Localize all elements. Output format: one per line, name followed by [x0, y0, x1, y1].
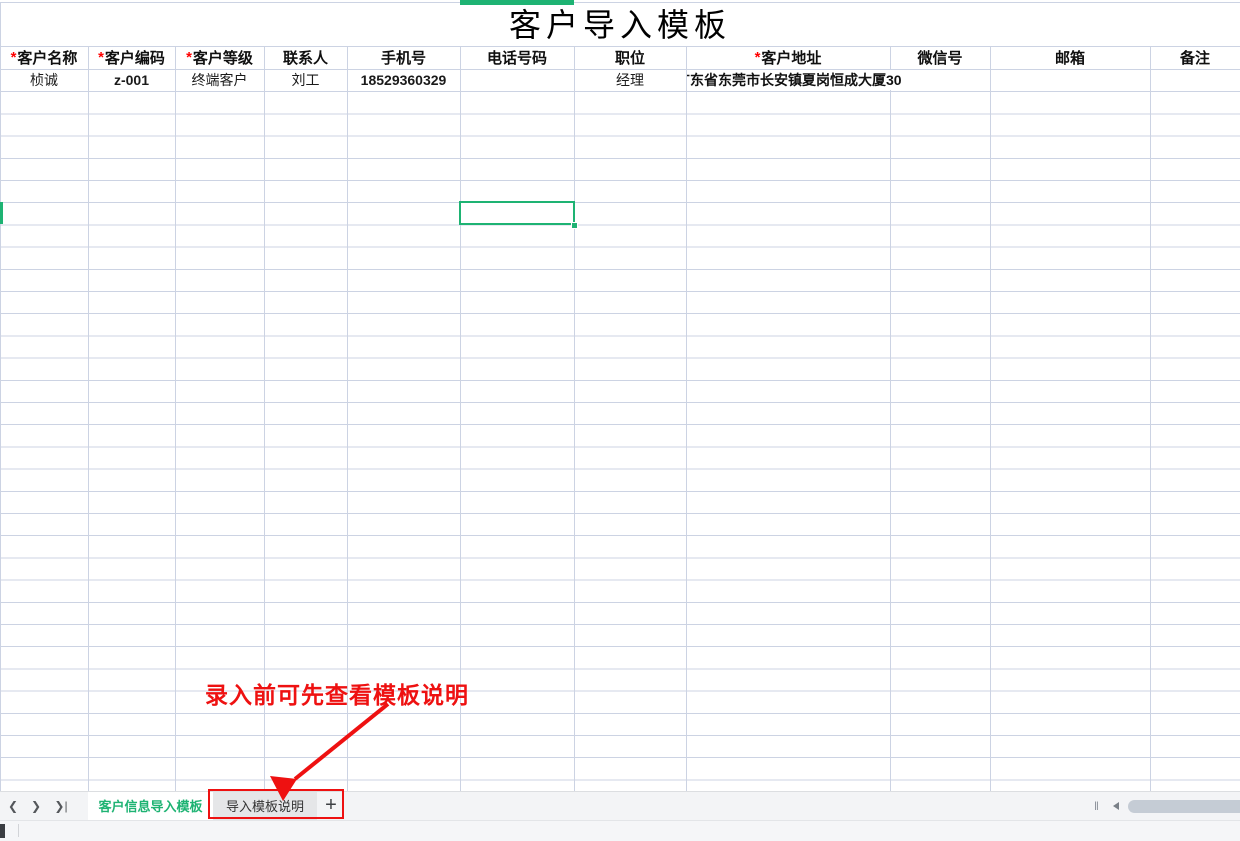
tab-customer-import-template[interactable]: 客户信息导入模板: [88, 792, 213, 821]
cell-customer-code[interactable]: z-001: [88, 69, 175, 91]
cell-customer-level[interactable]: 终端客户: [175, 69, 264, 91]
sheet-tab-bar: ❮ ❯ ❯| 客户信息导入模板 导入模板说明 + ‖: [0, 791, 1240, 820]
cell-wechat[interactable]: [890, 69, 990, 91]
header-address[interactable]: *客户地址: [686, 46, 890, 69]
header-phone[interactable]: 电话号码: [460, 46, 574, 69]
header-customer-level[interactable]: *客户等级: [175, 46, 264, 69]
cell-remark[interactable]: [1150, 69, 1240, 91]
gridline-vertical: [0, 2, 1, 791]
selected-row-indicator: [0, 202, 3, 224]
required-mark: *: [98, 49, 104, 66]
sheet-grid[interactable]: 客户导入模板 *客户名称 *客户编码 *客户等级 联系人 手机号 电话号码 职位…: [0, 0, 1240, 791]
gridline-vertical: [88, 46, 89, 791]
spreadsheet-app: 客户导入模板 *客户名称 *客户编码 *客户等级 联系人 手机号 电话号码 职位…: [0, 0, 1240, 841]
header-customer-name[interactable]: *客户名称: [0, 46, 88, 69]
gridline-vertical: [1150, 46, 1151, 791]
gridline-vertical: [990, 46, 991, 791]
header-remark[interactable]: 备注: [1150, 46, 1240, 69]
sheet-prev-icon[interactable]: ❮: [2, 792, 24, 821]
selected-column-indicator: [460, 0, 574, 5]
sheet-title-cell: 客户导入模板: [0, 3, 1240, 46]
status-bar: [0, 820, 1240, 841]
annotation-text: 录入前可先查看模板说明: [205, 676, 469, 710]
sheet-last-icon[interactable]: ❯|: [50, 792, 72, 821]
gridlines-rows: [0, 69, 1240, 791]
gridline-vertical: [890, 46, 891, 791]
header-customer-code[interactable]: *客户编码: [88, 46, 175, 69]
header-mobile[interactable]: 手机号: [347, 46, 460, 69]
header-position[interactable]: 职位: [574, 46, 686, 69]
cell-phone[interactable]: [460, 69, 574, 91]
cell-customer-name[interactable]: 桢诚: [0, 69, 88, 91]
annotation-highlight-box: [208, 789, 344, 819]
clipped-status-icon: [0, 824, 5, 838]
data-row: 桢诚 z-001 终端客户 刘工 18529360329 经理: [0, 69, 1240, 91]
gridline-vertical: [574, 46, 575, 791]
required-mark: *: [755, 49, 761, 66]
tab-scroll-splitter-icon[interactable]: ‖: [1094, 800, 1099, 813]
selected-cell-outline: [459, 201, 575, 226]
scrollbar-left-arrow-icon[interactable]: [1113, 802, 1119, 810]
gridline-vertical: [686, 46, 687, 791]
horizontal-scrollbar-thumb[interactable]: [1128, 800, 1240, 813]
header-row: *客户名称 *客户编码 *客户等级 联系人 手机号 电话号码 职位 *客户地址 …: [0, 46, 1240, 69]
required-mark: *: [186, 49, 192, 66]
cell-email[interactable]: [990, 69, 1150, 91]
header-email[interactable]: 邮箱: [990, 46, 1150, 69]
cell-mobile[interactable]: 18529360329: [347, 69, 460, 91]
gridline-vertical: [175, 46, 176, 791]
fill-handle[interactable]: [571, 222, 578, 229]
status-divider: [18, 824, 19, 837]
sheet-next-icon[interactable]: ❯: [25, 792, 47, 821]
header-wechat[interactable]: 微信号: [890, 46, 990, 69]
cell-contact[interactable]: 刘工: [264, 69, 347, 91]
cell-position[interactable]: 经理: [574, 69, 686, 91]
header-contact[interactable]: 联系人: [264, 46, 347, 69]
cell-address-placeholder[interactable]: [686, 69, 890, 91]
required-mark: *: [11, 49, 17, 66]
